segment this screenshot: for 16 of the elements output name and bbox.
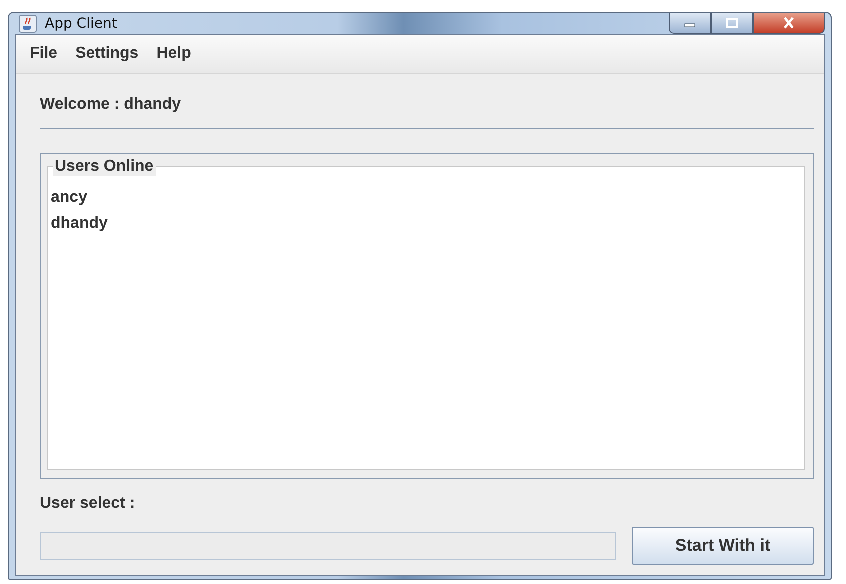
menu-item[interactable]: File [30, 45, 58, 63]
maximize-button[interactable] [711, 13, 753, 34]
start-button[interactable]: Start With it [632, 527, 814, 565]
menu-item[interactable]: Settings [76, 45, 139, 63]
welcome-label: Welcome : dhandy [40, 96, 182, 114]
close-button[interactable] [753, 13, 825, 34]
user-item[interactable]: dhandy [51, 211, 804, 237]
window-title: App Client [45, 16, 118, 32]
maximize-icon [725, 17, 739, 29]
menu-item[interactable]: Help [156, 45, 192, 63]
panel-title: Users Online [53, 158, 156, 176]
user-item[interactable]: ancy [51, 185, 804, 211]
user-select-label: User select : [40, 495, 136, 513]
minimize-button[interactable] [669, 13, 711, 34]
close-icon [782, 17, 796, 29]
user-select-field[interactable] [40, 532, 616, 560]
